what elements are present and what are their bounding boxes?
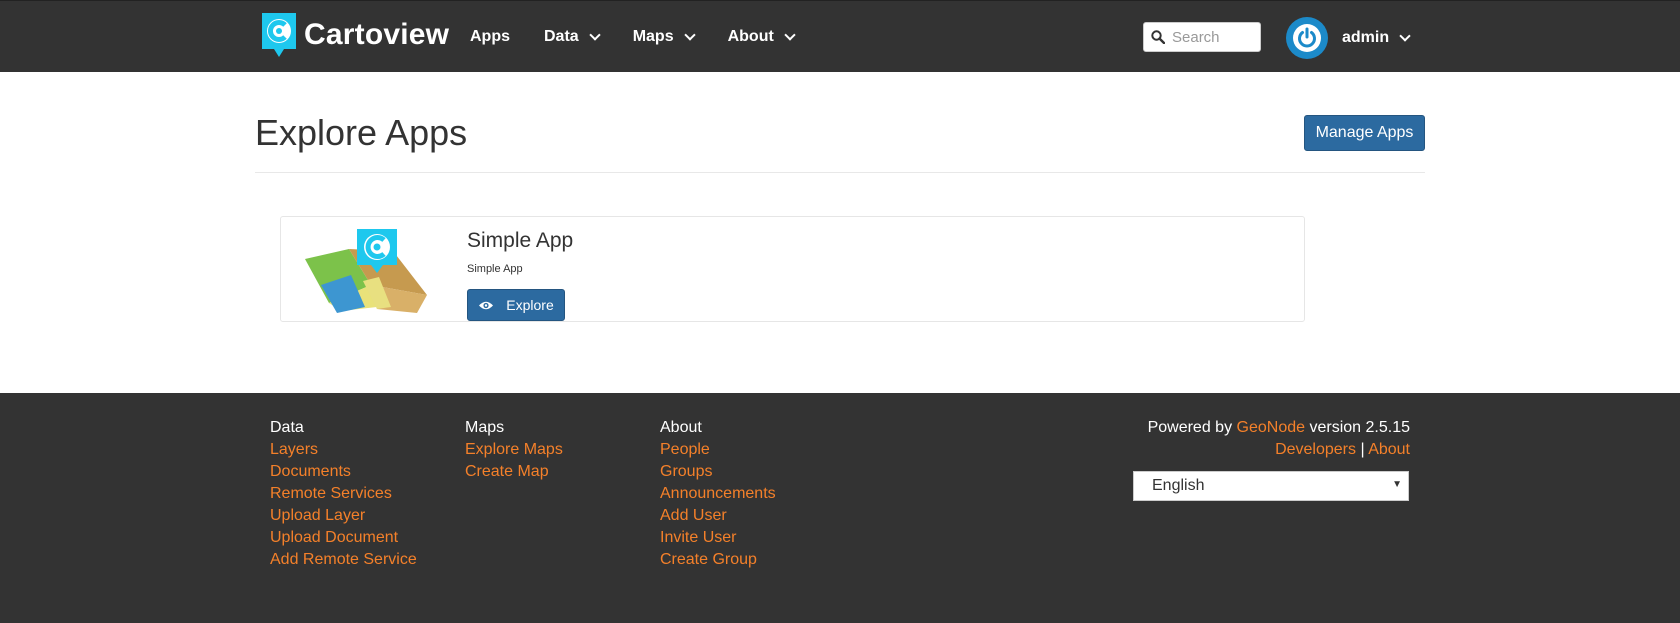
footer-link-people[interactable]: People (660, 439, 776, 461)
footer-column-about: About People Groups Announcements Add Us… (660, 417, 776, 571)
app-card: Simple App Simple App Explore (280, 216, 1305, 322)
footer-heading: About (660, 419, 702, 436)
nav-item-label: Maps (632, 28, 674, 45)
powered-by-line: Powered by GeoNode version 2.5.15 (1148, 417, 1410, 439)
powered-prefix: Powered by (1147, 419, 1233, 436)
chevron-down-icon (589, 28, 601, 41)
page-title: Explore Apps (255, 112, 468, 153)
search-box (1143, 22, 1261, 52)
chevron-down-icon (683, 28, 696, 41)
footer-link-documents[interactable]: Documents (270, 461, 417, 483)
power-icon (1293, 24, 1321, 52)
cartoview-logo-icon (260, 11, 298, 59)
avatar (1286, 17, 1328, 59)
footer-heading: Maps (465, 419, 505, 436)
app-thumbnail (301, 225, 431, 315)
divider (255, 172, 1425, 173)
explore-button-label: Explore (506, 297, 554, 313)
nav-item-apps[interactable]: Apps (470, 28, 510, 46)
nav-item-label: About (727, 28, 774, 45)
username: admin (1342, 29, 1390, 46)
footer-column-data: Data Layers Documents Remote Services Up… (270, 417, 417, 571)
footer-link-create-group[interactable]: Create Group (660, 549, 776, 571)
footer-heading: Data (270, 419, 304, 436)
nav-item-label: Data (544, 28, 579, 45)
footer-link-create-map[interactable]: Create Map (465, 461, 563, 483)
brand-name: Cartoview (304, 18, 450, 51)
chevron-down-icon (784, 28, 796, 41)
footer-link-upload-layer[interactable]: Upload Layer (270, 505, 417, 527)
brand[interactable]: Cartoview (260, 11, 449, 59)
nav-item-data[interactable]: Data (544, 28, 601, 46)
language-value: English (1152, 477, 1205, 494)
nav-item-maps[interactable]: Maps (632, 28, 696, 46)
powered-version: version 2.5.15 (1309, 419, 1410, 436)
map-app-icon (305, 229, 427, 313)
app-name: Simple App (467, 229, 574, 252)
caret-down-icon: ▼ (1392, 479, 1402, 490)
developers-link[interactable]: Developers (1275, 441, 1356, 458)
app-description: Simple App (467, 263, 523, 275)
chevron-down-icon (1399, 29, 1411, 42)
eye-icon (478, 300, 494, 311)
footer-link-add-user[interactable]: Add User (660, 505, 776, 527)
about-link[interactable]: About (1368, 441, 1410, 458)
geonode-link[interactable]: GeoNode (1237, 419, 1306, 436)
search-input[interactable] (1172, 28, 1254, 46)
top-navbar: Cartoview Apps Data Maps About Search ad… (0, 0, 1680, 72)
language-select[interactable]: English ▼ (1133, 471, 1409, 501)
powered-by: Powered by GeoNode version 2.5.15 Develo… (1148, 417, 1410, 461)
main-nav: Apps Data Maps About (470, 1, 828, 73)
footer-link-remote-services[interactable]: Remote Services (270, 483, 417, 505)
manage-apps-button[interactable]: Manage Apps (1304, 115, 1425, 151)
footer-meta-links: Developers | About (1148, 439, 1410, 461)
explore-button[interactable]: Explore (467, 289, 565, 321)
nav-item-label: Apps (470, 28, 510, 45)
footer-link-layers[interactable]: Layers (270, 439, 417, 461)
nav-item-about[interactable]: About (727, 28, 796, 46)
footer-link-invite-user[interactable]: Invite User (660, 527, 776, 549)
separator: | (1360, 441, 1365, 458)
footer-link-announcements[interactable]: Announcements (660, 483, 776, 505)
user-menu[interactable]: admin (1286, 17, 1411, 59)
footer: Data Layers Documents Remote Services Up… (0, 393, 1680, 623)
footer-link-groups[interactable]: Groups (660, 461, 776, 483)
footer-column-maps: Maps Explore Maps Create Map (465, 417, 563, 483)
footer-link-upload-document[interactable]: Upload Document (270, 527, 417, 549)
footer-link-explore-maps[interactable]: Explore Maps (465, 439, 563, 461)
footer-link-add-remote-service[interactable]: Add Remote Service (270, 549, 417, 571)
search-icon (1144, 30, 1172, 44)
